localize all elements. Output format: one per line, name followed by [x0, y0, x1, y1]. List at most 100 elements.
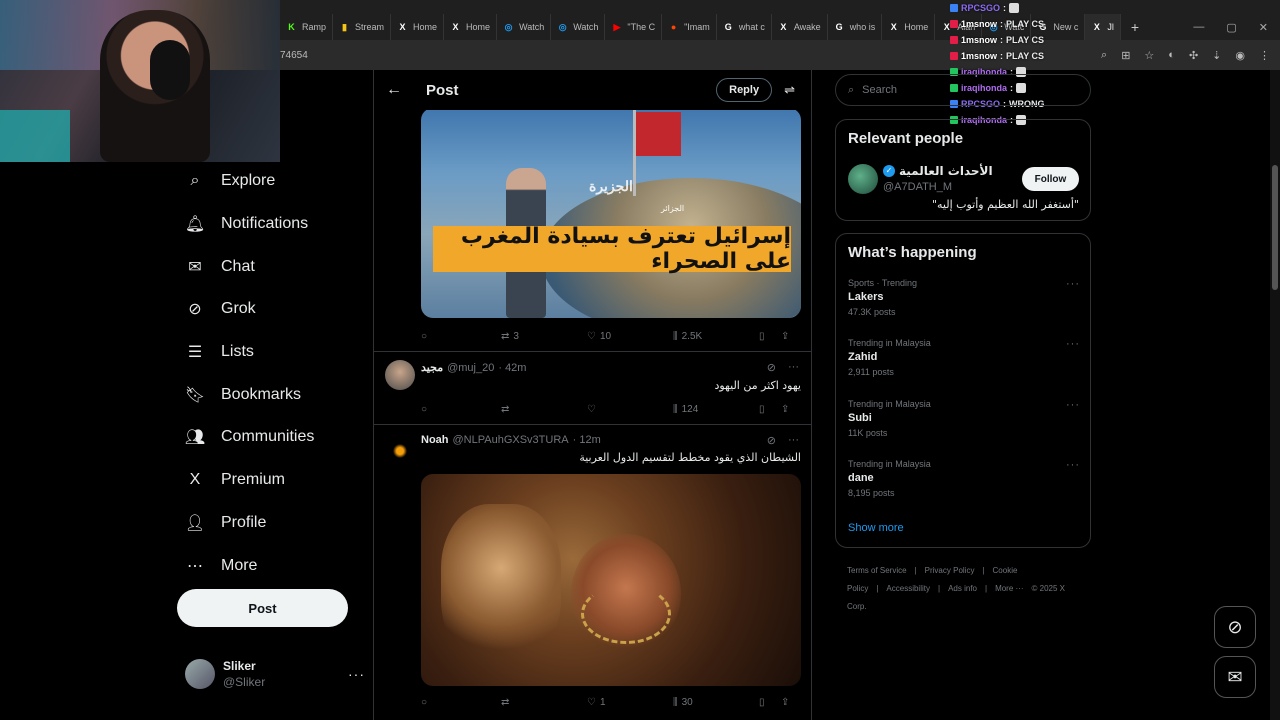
more-icon[interactable]: ···	[788, 434, 799, 447]
repost-icon[interactable]: ⇄	[501, 697, 587, 708]
nav-item-notifications[interactable]: 🔔︎ Notifications	[170, 203, 370, 246]
browser-tab[interactable]: ◎ Watch	[551, 14, 606, 40]
author-handle[interactable]: @muj_20	[447, 362, 494, 374]
tab-strip: K Ramp ▮ Stream X Home X Home ◎ Watch ◎ Watch ▶ "The …	[280, 14, 1280, 40]
scrollbar-thumb[interactable]	[1272, 165, 1278, 290]
reply-icon[interactable]: ○	[421, 331, 501, 342]
author-handle[interactable]: @NLPAuhGXSv3TURA	[453, 434, 569, 446]
like-action[interactable]: ♡ 10	[587, 331, 673, 342]
views-action[interactable]: ⫼ 124	[673, 404, 759, 415]
more-icon[interactable]: ···	[1066, 278, 1080, 290]
url-text[interactable]: 74654	[280, 50, 308, 61]
browser-tab[interactable]: Gwho is	[828, 14, 883, 40]
follow-button[interactable]: Follow	[1022, 167, 1079, 191]
search-input[interactable]: ⌕ Search	[835, 74, 1091, 106]
trend-item[interactable]: Trending in Malaysia Zahid 2,911 posts ···	[848, 338, 1080, 377]
browser-tab[interactable]: K Ramp	[280, 14, 334, 40]
browser-tab[interactable]: X Jl	[1085, 14, 1121, 40]
grok-fab-icon[interactable]: ⊘	[1214, 606, 1256, 648]
bookmark-icon[interactable]: ▯	[759, 404, 781, 415]
timestamp[interactable]: · 12m	[573, 434, 601, 446]
footer-link[interactable]: Terms of Service	[847, 566, 907, 575]
timestamp[interactable]: · 42m	[498, 362, 526, 374]
nav-item-profile[interactable]: 👤︎ Profile	[170, 502, 370, 545]
browser-tab[interactable]: ● "Imam	[662, 14, 717, 40]
back-arrow-icon[interactable]: ←	[386, 81, 406, 99]
install-icon[interactable]: ⊞	[1121, 49, 1130, 62]
more-options-icon[interactable]: ···	[348, 666, 365, 682]
author-name[interactable]: مجيد	[421, 361, 443, 374]
footer-link[interactable]: Privacy Policy	[925, 566, 975, 575]
more-icon[interactable]: ···	[788, 361, 799, 374]
filter-icon[interactable]: ⇌	[784, 82, 795, 98]
nav-item-explore[interactable]: ⌕ Explore	[170, 160, 370, 203]
browser-tab[interactable]: X Home	[444, 14, 498, 40]
zoom-icon[interactable]: ⌕	[1101, 49, 1107, 62]
show-more-link[interactable]: Show more	[848, 522, 904, 534]
whats-happening-panel: What’s happening Show more Sports · Tren…	[835, 233, 1091, 548]
trend-item[interactable]: Trending in Malaysia dane 8,195 posts ···	[848, 459, 1080, 498]
browser-tab[interactable]: X Home	[391, 14, 445, 40]
nav-item-more[interactable]: ⋯ More	[170, 544, 370, 587]
nav-item-lists[interactable]: ☰ Lists	[170, 331, 370, 374]
browser-tab[interactable]: ◎ Watch	[497, 14, 552, 40]
reply-button[interactable]: Reply	[716, 78, 773, 102]
new-tab-button[interactable]: +	[1121, 19, 1149, 35]
extension-icon[interactable]: ◐	[1168, 49, 1175, 62]
trend-item[interactable]: Trending in Malaysia Subi 11K posts ···	[848, 399, 1080, 438]
post-media-image[interactable]: الجزيرة الجزائر إسرائيل تعترف بسيادة الم…	[421, 108, 801, 318]
scrollbar[interactable]	[1270, 70, 1280, 720]
browser-tab[interactable]: ▮ Stream	[333, 14, 392, 40]
footer-link[interactable]: Ads info	[948, 584, 977, 593]
nav-item-chat[interactable]: ✉ Chat	[170, 245, 370, 288]
browser-tab[interactable]: ▶ "The C	[605, 14, 663, 40]
nav-item-bookmarks[interactable]: 🔖︎ Bookmarks	[170, 373, 370, 416]
star-icon[interactable]: ☆	[1144, 49, 1154, 62]
repost-action[interactable]: ⇄ 3	[501, 331, 587, 342]
share-icon[interactable]: ⇪	[781, 404, 801, 415]
repost-icon[interactable]: ⇄	[501, 404, 587, 415]
bookmark-icon[interactable]: ▯	[759, 697, 781, 708]
avatar[interactable]	[385, 360, 415, 390]
profile-icon[interactable]: ◉	[1235, 49, 1245, 62]
views-action[interactable]: ⫼ 2.5K	[673, 331, 759, 342]
nav-item-grok[interactable]: ⊘ Grok	[170, 288, 370, 331]
minimize-icon[interactable]: —	[1193, 21, 1204, 34]
heart-icon[interactable]: ♡	[587, 404, 673, 415]
bookmark-icon[interactable]: ▯	[759, 331, 781, 342]
nav-item-premium[interactable]: X Premium	[170, 459, 370, 502]
avatar[interactable]	[385, 433, 415, 463]
address-bar[interactable]: 74654 ⌕ ⊞ ☆ ◐ ✣ ⇣ ◉ ⋮	[280, 40, 1280, 70]
avatar[interactable]	[848, 164, 878, 194]
like-action[interactable]: ♡ 1	[587, 697, 673, 708]
reply-icon[interactable]: ○	[421, 404, 501, 415]
account-switcher[interactable]: Sliker @Sliker ···	[185, 656, 365, 692]
post-button[interactable]: Post	[177, 589, 348, 627]
person-handle[interactable]: @A7DATH_M	[883, 181, 952, 193]
download-icon[interactable]: ⇣	[1212, 49, 1221, 62]
tweet-media-painting[interactable]	[421, 474, 801, 686]
footer-link[interactable]: Accessibility	[886, 584, 930, 593]
person-name-row[interactable]: الأحداث العالمية ✓	[883, 164, 993, 178]
share-icon[interactable]: ⇪	[781, 697, 801, 708]
messages-fab-icon[interactable]: ✉	[1214, 656, 1256, 698]
grok-icon[interactable]: ⊘	[767, 434, 776, 447]
browser-tab[interactable]: Gwhat c	[717, 14, 772, 40]
nav-item-communities[interactable]: 👥︎ Communities	[170, 416, 370, 459]
browser-tab[interactable]: X Home	[882, 14, 936, 40]
author-name[interactable]: Noah	[421, 434, 449, 446]
puzzle-icon[interactable]: ✣	[1189, 49, 1198, 62]
maximize-icon[interactable]: ▢	[1226, 21, 1236, 34]
menu-icon[interactable]: ⋮	[1259, 49, 1270, 62]
grok-icon[interactable]: ⊘	[767, 361, 776, 374]
more-icon[interactable]: ···	[1066, 459, 1080, 471]
more-icon[interactable]: ···	[1066, 338, 1080, 350]
views-action[interactable]: ⫼ 30	[673, 697, 759, 708]
share-icon[interactable]: ⇪	[781, 331, 801, 342]
browser-tab[interactable]: X Awake	[772, 14, 828, 40]
reply-icon[interactable]: ○	[421, 697, 501, 708]
more-icon[interactable]: ···	[1066, 399, 1080, 411]
trend-item[interactable]: Sports · Trending Lakers 47.3K posts ···	[848, 278, 1080, 317]
close-window-icon[interactable]: ✕	[1259, 21, 1268, 34]
footer-link[interactable]: More ···	[995, 584, 1023, 593]
